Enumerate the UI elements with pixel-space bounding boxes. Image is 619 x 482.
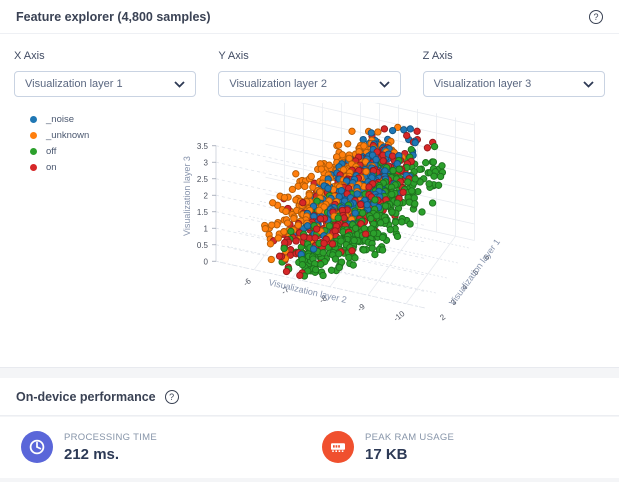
ram-icon — [322, 431, 354, 463]
y-axis-group: Y Axis Visualization layer 2 — [218, 50, 400, 97]
x-axis-select-value: Visualization layer 1 — [25, 78, 123, 90]
performance-metrics: PROCESSING TIME 212 ms. PEAK RAM USAGE 1… — [0, 417, 619, 478]
performance-title: On-device performance — [16, 390, 156, 404]
svg-text:3: 3 — [204, 158, 209, 167]
y-axis-label: Y Axis — [218, 50, 400, 62]
legend-item-unknown[interactable]: _unknown — [30, 130, 89, 141]
legend-label: on — [46, 162, 57, 173]
legend-label: _unknown — [46, 130, 89, 141]
x-axis-label: X Axis — [14, 50, 196, 62]
svg-text:2.5: 2.5 — [197, 175, 209, 184]
legend-item-noise[interactable]: _noise — [30, 114, 89, 125]
svg-text:-9: -9 — [356, 302, 368, 314]
scatter3d-svg: 3.532.521.510.50-6-7-8-9-1023456Visualiz… — [150, 103, 510, 358]
processing-time-metric: PROCESSING TIME 212 ms. — [21, 431, 157, 463]
page-title: Feature explorer (4,800 samples) — [16, 10, 211, 24]
x-axis-group: X Axis Visualization layer 1 — [14, 50, 196, 97]
svg-text:0: 0 — [204, 257, 209, 266]
z-axis-group: Z Axis Visualization layer 3 — [423, 50, 605, 97]
z-axis-select[interactable]: Visualization layer 3 — [423, 71, 605, 97]
metric-label: PROCESSING TIME — [64, 432, 157, 443]
legend-dot — [30, 148, 37, 155]
legend-label: _noise — [46, 114, 74, 125]
chevron-down-icon — [379, 81, 390, 88]
svg-text:-6: -6 — [242, 276, 254, 288]
legend-dot — [30, 164, 37, 171]
svg-text:1.5: 1.5 — [197, 208, 209, 217]
svg-text:-10: -10 — [392, 309, 407, 324]
legend-dot — [30, 132, 37, 139]
chevron-down-icon — [174, 81, 185, 88]
svg-text:3.5: 3.5 — [197, 142, 209, 151]
axis-selector-row: X Axis Visualization layer 1 Y Axis Visu… — [0, 50, 619, 97]
clock-icon — [21, 431, 53, 463]
svg-text:Visualization layer 3: Visualization layer 3 — [182, 156, 192, 236]
z-axis-label: Z Axis — [423, 50, 605, 62]
legend-item-on[interactable]: on — [30, 162, 89, 173]
help-icon[interactable]: ? — [589, 10, 603, 24]
metric-label: PEAK RAM USAGE — [365, 432, 454, 443]
metric-value: 17 KB — [365, 446, 454, 463]
performance-header: On-device performance ? — [0, 378, 619, 416]
svg-text:2: 2 — [438, 312, 447, 322]
svg-text:Visualization layer 1: Visualization layer 1 — [447, 237, 502, 308]
y-axis-select-value: Visualization layer 2 — [229, 78, 327, 90]
feature-explorer-card: Feature explorer (4,800 samples) ? X Axi… — [0, 0, 619, 368]
y-axis-select[interactable]: Visualization layer 2 — [218, 71, 400, 97]
feature-explorer-header: Feature explorer (4,800 samples) ? — [0, 0, 619, 34]
svg-text:2: 2 — [204, 191, 209, 200]
legend-label: off — [46, 146, 56, 157]
chart-legend: _noise _unknownoff on — [30, 114, 89, 178]
chevron-down-icon — [583, 81, 594, 88]
x-axis-select[interactable]: Visualization layer 1 — [14, 71, 196, 97]
legend-item-off[interactable]: off — [30, 146, 89, 157]
help-icon[interactable]: ? — [165, 390, 179, 404]
z-axis-select-value: Visualization layer 3 — [434, 78, 532, 90]
peak-ram-metric: PEAK RAM USAGE 17 KB — [322, 431, 454, 463]
legend-dot — [30, 116, 37, 123]
metric-value: 212 ms. — [64, 446, 157, 463]
svg-text:1: 1 — [204, 224, 209, 233]
feature-explorer-plot[interactable]: 3.532.521.510.50-6-7-8-9-1023456Visualiz… — [150, 103, 510, 358]
svg-text:0.5: 0.5 — [197, 241, 209, 250]
